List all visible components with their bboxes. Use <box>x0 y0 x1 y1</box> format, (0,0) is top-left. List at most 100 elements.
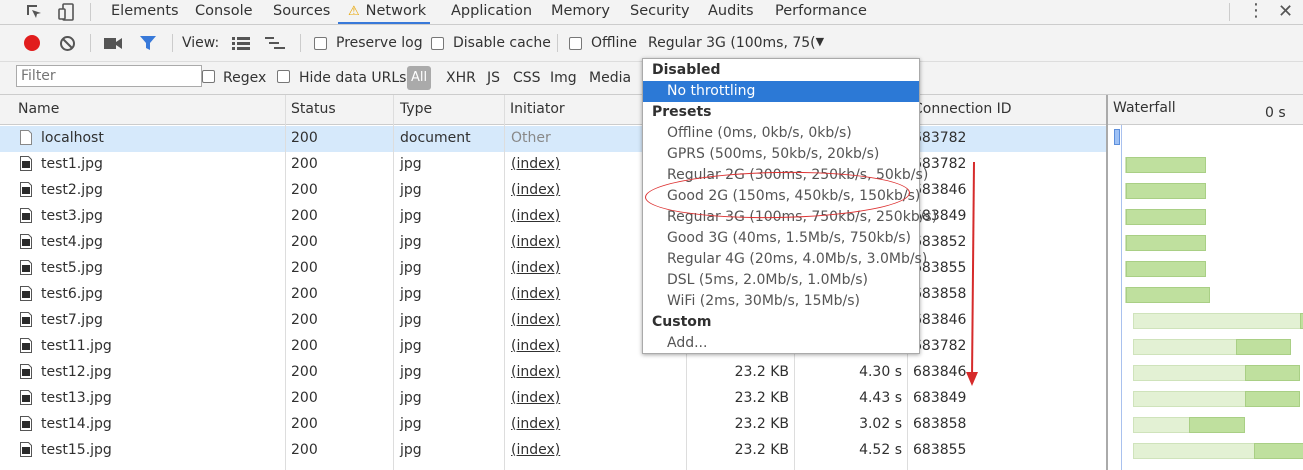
dropdown-item-add[interactable]: Add... <box>643 333 919 354</box>
record-icon[interactable] <box>24 35 40 51</box>
filter-input[interactable] <box>16 65 202 87</box>
tab-audits[interactable]: Audits <box>708 0 754 24</box>
column-header-name[interactable]: Name <box>18 101 59 117</box>
waterfall-bar[interactable] <box>1132 313 1303 329</box>
cell-initiator[interactable]: (index) <box>511 260 560 276</box>
tab-security[interactable]: Security <box>630 0 690 24</box>
cell-type: jpg <box>400 156 422 172</box>
hide-data-urls-label: Hide data URLs <box>299 70 407 86</box>
image-file-icon <box>20 338 32 353</box>
cell-initiator[interactable]: (index) <box>511 364 560 380</box>
large-rows-icon[interactable] <box>232 37 250 54</box>
image-file-icon <box>20 364 32 379</box>
waterfall-bar[interactable] <box>1125 235 1206 251</box>
hide-data-urls-checkbox[interactable] <box>277 70 290 83</box>
table-row[interactable]: test7.jpg 200 jpg (index) 683846 <box>0 308 1108 334</box>
regex-checkbox[interactable] <box>202 70 215 83</box>
table-row[interactable]: test14.jpg 200 jpg (index) 23.2 KB 3.02 s 6838… <box>0 412 1108 438</box>
tab-network[interactable]: ⚠ Network <box>338 0 431 24</box>
table-row[interactable]: test5.jpg 200 jpg (index) 683855 <box>0 256 1108 282</box>
tab-memory[interactable]: Memory <box>551 0 610 24</box>
cell-initiator[interactable]: (index) <box>511 338 560 354</box>
document-icon <box>20 130 32 145</box>
table-row[interactable]: test13.jpg 200 jpg (index) 23.2 KB 4.43 s 6838… <box>0 386 1108 412</box>
column-header-connection-id[interactable]: Connection ID <box>913 101 1012 117</box>
cell-initiator[interactable]: (index) <box>511 390 560 406</box>
cell-initiator[interactable]: (index) <box>511 156 560 172</box>
waterfall-bar[interactable] <box>1125 261 1206 277</box>
table-row[interactable]: test1.jpg 200 jpg (index) 683782 <box>0 152 1108 178</box>
image-file-icon <box>20 312 32 327</box>
dropdown-item-preset[interactable]: Good 3G (40ms, 1.5Mb/s, 750kb/s) <box>643 228 919 249</box>
waterfall-bar[interactable] <box>1132 391 1301 407</box>
waterfall-bar[interactable] <box>1132 339 1292 355</box>
dropdown-item-preset[interactable]: Offline (0ms, 0kb/s, 0kb/s) <box>643 123 919 144</box>
cell-initiator[interactable]: (index) <box>511 312 560 328</box>
filter-type-media[interactable]: Media <box>589 70 631 86</box>
inspect-element-icon[interactable] <box>25 3 43 25</box>
waterfall-bar[interactable] <box>1132 443 1303 459</box>
screenshot-icon[interactable] <box>104 37 122 54</box>
cell-name: test13.jpg <box>41 390 112 406</box>
cell-name: test1.jpg <box>41 156 103 172</box>
tab-label: Elements <box>111 3 179 19</box>
cell-status: 200 <box>291 312 318 328</box>
offline-checkbox[interactable] <box>569 37 582 50</box>
waterfall-bar[interactable] <box>1114 129 1120 145</box>
tab-application[interactable]: Application <box>451 0 532 24</box>
waterfall-bar[interactable] <box>1132 417 1245 433</box>
dropdown-item-preset[interactable]: WiFi (2ms, 30Mb/s, 15Mb/s) <box>643 291 919 312</box>
column-header-initiator[interactable]: Initiator <box>510 101 565 117</box>
dropdown-item-preset[interactable]: DSL (5ms, 2.0Mb/s, 1.0Mb/s) <box>643 270 919 291</box>
filter-icon[interactable] <box>139 35 157 56</box>
throttling-select[interactable]: Regular 3G (100ms, 75(▼ <box>648 35 824 51</box>
cell-initiator[interactable]: (index) <box>511 416 560 432</box>
device-toolbar-icon[interactable] <box>58 3 76 25</box>
filter-type-js[interactable]: JS <box>487 70 500 86</box>
table-row[interactable]: test3.jpg 200 jpg (index) 683849 <box>0 204 1108 230</box>
cell-initiator[interactable]: (index) <box>511 208 560 224</box>
cell-connection-id: 683858 <box>913 416 967 432</box>
column-header-status[interactable]: Status <box>291 101 336 117</box>
column-header-type[interactable]: Type <box>400 101 432 117</box>
disable-cache-checkbox[interactable] <box>431 37 444 50</box>
waterfall-bar[interactable] <box>1125 157 1206 173</box>
table-row[interactable]: test6.jpg 200 jpg (index) 683858 <box>0 282 1108 308</box>
filter-type-xhr[interactable]: XHR <box>446 70 476 86</box>
cell-initiator[interactable]: (index) <box>511 286 560 302</box>
table-row[interactable]: test11.jpg 200 jpg (index) 683782 <box>0 334 1108 360</box>
filter-all-button[interactable]: All <box>407 66 431 90</box>
clear-icon[interactable] <box>59 35 76 56</box>
waterfall-bar[interactable] <box>1125 287 1210 303</box>
table-row[interactable]: test4.jpg 200 jpg (index) 683852 <box>0 230 1108 256</box>
cell-initiator[interactable]: (index) <box>511 182 560 198</box>
tab-label: Sources <box>273 3 331 19</box>
waterfall-bar[interactable] <box>1125 183 1206 199</box>
table-row[interactable]: test15.jpg 200 jpg (index) 23.2 KB 4.52 s 6838… <box>0 438 1108 464</box>
cell-size: 23.2 KB <box>734 442 789 458</box>
overview-icon[interactable] <box>265 37 285 54</box>
table-row[interactable]: test2.jpg 200 jpg (index) 683846 <box>0 178 1108 204</box>
dropdown-item-no-throttling[interactable]: No throttling <box>643 81 919 102</box>
tab-label: Security <box>630 3 690 19</box>
waterfall-bar[interactable] <box>1132 365 1301 381</box>
table-row[interactable]: test12.jpg 200 jpg (index) 23.2 KB 4.30 s 6838… <box>0 360 1108 386</box>
tab-performance[interactable]: Performance <box>775 0 867 24</box>
more-options-icon[interactable]: ⋮ <box>1247 2 1265 20</box>
cell-name: test2.jpg <box>41 182 103 198</box>
dropdown-item-preset[interactable]: Regular 4G (20ms, 4.0Mb/s, 3.0Mb/s) <box>643 249 927 270</box>
table-row[interactable]: localhost 200 document Other 683782 <box>0 126 1108 152</box>
filter-type-css[interactable]: CSS <box>513 70 541 86</box>
waterfall-bar[interactable] <box>1125 209 1206 225</box>
column-header-waterfall[interactable]: Waterfall <box>1113 100 1176 116</box>
cell-initiator[interactable]: (index) <box>511 234 560 250</box>
tab-console[interactable]: Console <box>195 0 253 24</box>
tab-elements[interactable]: Elements <box>111 0 179 24</box>
close-icon[interactable]: ✕ <box>1278 1 1293 22</box>
filter-type-img[interactable]: Img <box>550 70 577 86</box>
image-file-icon <box>20 442 32 457</box>
preserve-log-checkbox[interactable] <box>314 37 327 50</box>
dropdown-item-preset[interactable]: GPRS (500ms, 50kb/s, 20kb/s) <box>643 144 919 165</box>
cell-initiator[interactable]: (index) <box>511 442 560 458</box>
tab-sources[interactable]: Sources <box>273 0 330 24</box>
